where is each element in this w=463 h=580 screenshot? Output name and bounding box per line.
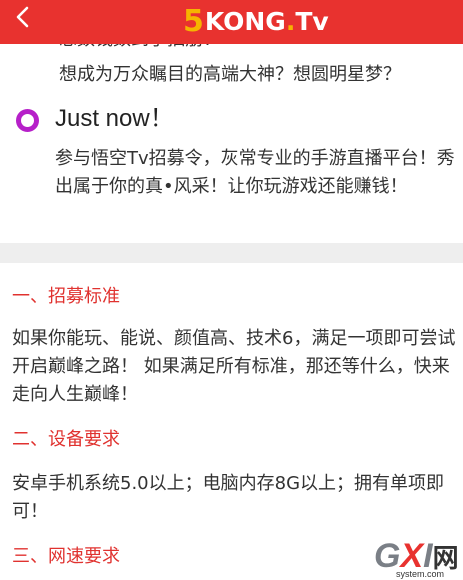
logo-tv: Tv [295, 6, 329, 36]
top-bar: 5 KONG . Tv [0, 0, 463, 44]
section-title-device-requirement: 二、设备要求 [12, 429, 120, 450]
section-divider [0, 243, 463, 263]
app-logo: 5 KONG . Tv [183, 3, 329, 39]
just-now-title: Just now！ [55, 105, 174, 132]
intro-line: 想成为万众瞩目的高端大神？想圆明星梦？ [59, 64, 401, 85]
ring-icon [16, 109, 39, 132]
logo-dot: . [285, 6, 296, 36]
section-text-recruit-standard: 如果你能玩、能说、颜值高、技术6，满足一项即可尝试开启巅峰之路！ 如果满足所有标… [12, 328, 456, 405]
section-text-device-requirement: 安卓手机系统5.0以上；电脑内存8G以上；拥有单项即可！ [12, 473, 445, 522]
back-button[interactable] [6, 2, 40, 32]
section-title-network-requirement: 三、网速要求 [12, 546, 120, 567]
chevron-left-icon [16, 6, 29, 28]
logo-kong: KONG [204, 6, 286, 36]
watermark-url: system.com [396, 569, 445, 579]
logo-number: 5 [183, 3, 204, 39]
section-title-recruit-standard: 一、招募标准 [12, 286, 120, 307]
just-now-text: 参与悟空Tv招募令，灰常专业的手游直播平台！秀出属于你的真•风采！让你玩游戏还能… [55, 148, 455, 197]
site-watermark: GXI网 system.com [374, 538, 462, 580]
